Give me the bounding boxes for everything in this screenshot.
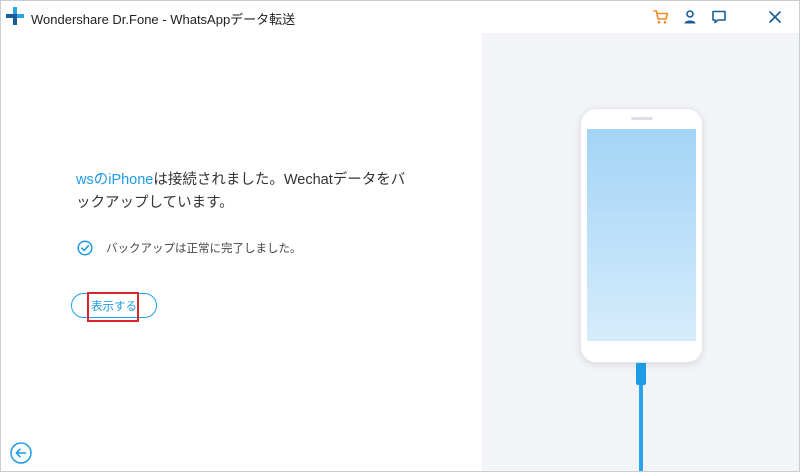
cart-button[interactable] [651, 7, 671, 27]
title-bar: Wondershare Dr.Fone - WhatsAppデータ転送 [1, 1, 799, 33]
window-title: Wondershare Dr.Fone - WhatsAppデータ転送 [31, 12, 296, 27]
backup-status: バックアップは正常に完了しました。 [77, 240, 302, 256]
user-icon [684, 10, 696, 24]
drfone-logo-icon [6, 7, 24, 25]
backup-status-panel: wsのiPhoneは接続されました。Wechatデータをバックアップしています。… [1, 33, 482, 471]
app-window: Wondershare Dr.Fone - WhatsAppデータ転送 wsのi… [0, 0, 800, 472]
show-button[interactable]: 表示する [71, 293, 157, 318]
phone-speaker [631, 117, 653, 120]
close-button[interactable] [765, 7, 785, 27]
status-text: バックアップは正常に完了しました。 [106, 243, 302, 255]
close-icon [769, 11, 781, 23]
phone-illustration [580, 108, 703, 363]
device-name: wsのiPhone [76, 172, 154, 188]
usb-cable-plug [636, 363, 646, 385]
phone-screen [587, 129, 696, 341]
back-button[interactable] [10, 442, 32, 464]
cart-icon [653, 10, 669, 24]
feedback-button[interactable] [709, 7, 729, 27]
check-circle-icon [77, 240, 93, 256]
backup-message: wsのiPhoneは接続されました。Wechatデータをバックアップしています。 [76, 169, 416, 215]
account-button[interactable] [680, 7, 700, 27]
feedback-icon [712, 10, 726, 24]
usb-cable [639, 385, 643, 471]
device-illustration-panel [482, 33, 799, 471]
